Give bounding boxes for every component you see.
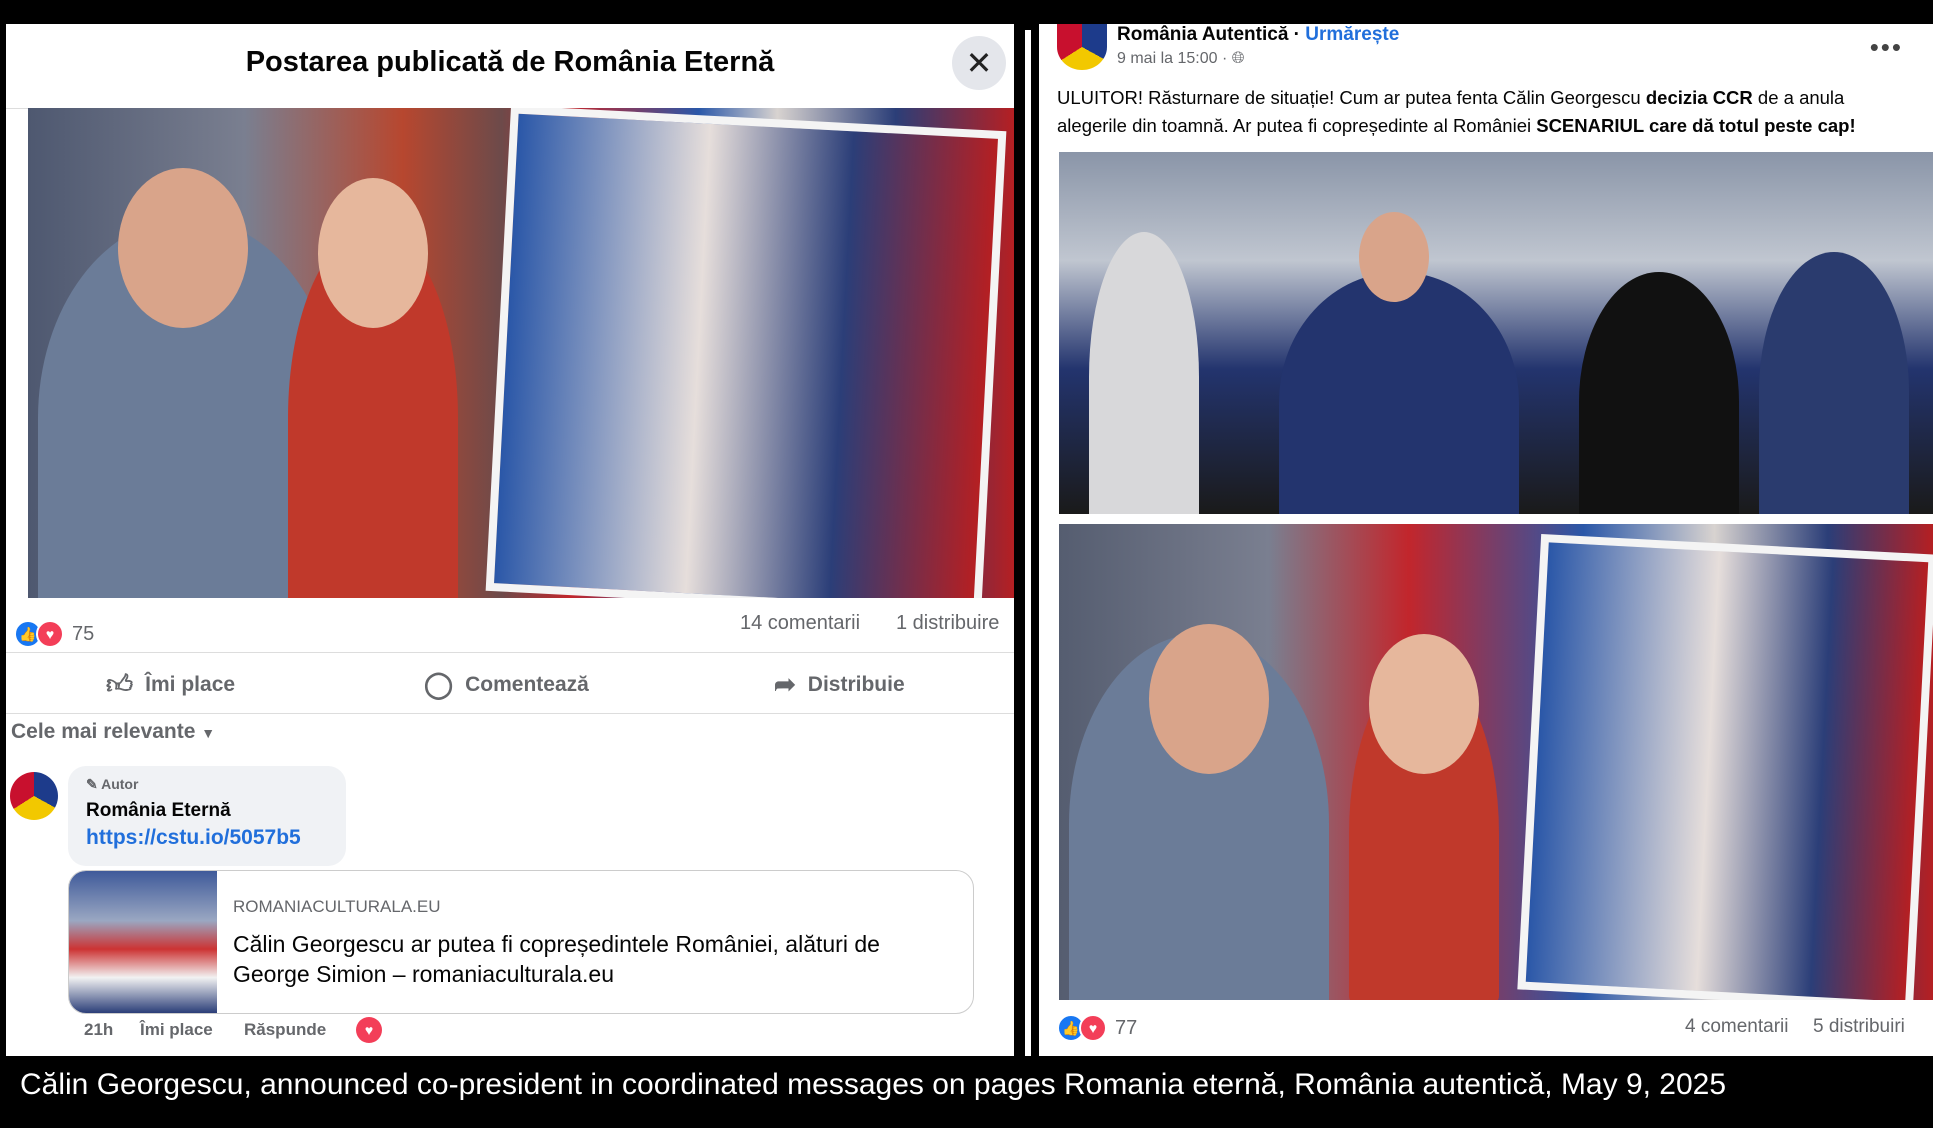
link-title: Călin Georgescu ar putea fi copreședinte… [233,931,880,987]
person-face [1149,624,1269,774]
author-badge-label: Autor [101,776,139,792]
post-text: ULUITOR! Răsturnare de situație! Cum ar … [1057,84,1917,140]
caret-down-icon: ▼ [201,725,216,741]
thumbs-up-icon: 👍︎ [106,669,134,699]
post-actions: 👍︎ Îmi place ◯ Comentează ➦ Distribuie [6,652,1014,714]
pencil-icon: ✎ [86,776,98,792]
avatar[interactable] [10,772,58,820]
love-reaction-icon: ♥ [36,620,64,648]
follow-button[interactable]: Urmărește [1305,24,1399,45]
post-author: România Autentică · Urmărește [1117,24,1400,45]
post-time[interactable]: 9 mai la 15:00 · 🌐︎ [1117,50,1245,68]
post-image-top[interactable] [1059,152,1933,514]
more-options-icon[interactable]: ••• [1870,32,1903,63]
right-post: România Autentică · Urmărește 9 mai la 1… [1039,24,1933,1056]
person-figure [1579,272,1739,514]
post-text-bold: SCENARIUL care dă totul peste cap! [1536,115,1856,136]
comment-sort-dropdown[interactable]: Cele mai relevante ▼ [11,720,215,744]
comment-link[interactable]: https://cstu.io/5057b5 [86,826,301,850]
post-time-text: 9 mai la 15:00 [1117,50,1218,67]
shares-count[interactable]: 1 distribuire [896,612,999,635]
post-text-bold: decizia CCR [1645,87,1753,108]
inset-photo [1517,533,1933,1000]
globe-icon: 🌐︎ [1231,50,1245,67]
inset-photo [485,108,1007,598]
comments-count[interactable]: 14 comentarii [740,612,860,635]
share-arrow-icon: ➦ [774,669,796,699]
love-reaction-icon: ♥ [1079,1014,1107,1042]
person-face [318,178,428,328]
post-text-part: ULUITOR! Răsturnare de situație! Cum ar … [1057,87,1646,108]
person-figure [1089,232,1199,514]
comment-author[interactable]: România Eternă [86,800,231,822]
like-button[interactable]: 👍︎ Îmi place [106,669,235,700]
reactions-summary[interactable]: 👍 ♥ 75 [14,620,94,648]
person-face [118,168,248,328]
comments-count[interactable]: 4 comentarii [1685,1016,1789,1038]
image-caption: Călin Georgescu, announced co-president … [20,1068,1727,1101]
heart-icon: ♥ [356,1017,382,1043]
comment-bubble-icon: ◯ [424,669,454,699]
page-avatar[interactable] [1057,24,1107,70]
post-image-bottom[interactable] [1059,524,1933,1000]
share-label: Distribuie [807,672,905,696]
link-preview-thumbnail [69,871,217,1013]
person-figure [1279,272,1519,514]
left-post-dialog: Postarea publicată de România Eternă ✕ 👍… [6,24,1014,1056]
divider [1025,30,1031,1056]
reactions-count: 77 [1115,1016,1138,1039]
comment-time[interactable]: 21h [84,1020,113,1040]
comment-reaction[interactable]: ♥ [356,1017,382,1043]
like-label: Îmi place [145,672,236,696]
reactions-count: 75 [72,622,95,645]
dialog-header: Postarea publicată de România Eternă ✕ [6,24,1014,109]
person-face [1359,212,1429,302]
post-image[interactable] [28,108,1014,598]
page-name[interactable]: România Autentică [1117,24,1288,45]
comment-button[interactable]: ◯ Comentează [424,669,589,700]
shares-count[interactable]: 5 distribuiri [1813,1016,1905,1038]
share-button[interactable]: ➦ Distribuie [774,669,905,700]
person-face [1369,634,1479,774]
author-badge: ✎ Autor [86,776,138,793]
comment-bubble: ✎ Autor România Eternă https://cstu.io/5… [68,766,346,866]
person-figure [1759,252,1909,514]
sort-label: Cele mai relevante [11,720,196,743]
dialog-title: Postarea publicată de România Eternă [245,46,775,78]
link-domain: ROMANIACULTURALA.EU [233,897,441,916]
comment-like-button[interactable]: Îmi place [140,1020,213,1040]
link-preview-card[interactable]: ROMANIACULTURALA.EU Călin Georgescu ar p… [68,870,974,1014]
comment-label: Comentează [465,672,589,696]
reactions-summary[interactable]: 👍 ♥ 77 [1057,1014,1137,1042]
close-icon: ✕ [965,45,993,81]
close-button[interactable]: ✕ [952,36,1006,90]
comment-reply-button[interactable]: Răspunde [244,1020,326,1040]
